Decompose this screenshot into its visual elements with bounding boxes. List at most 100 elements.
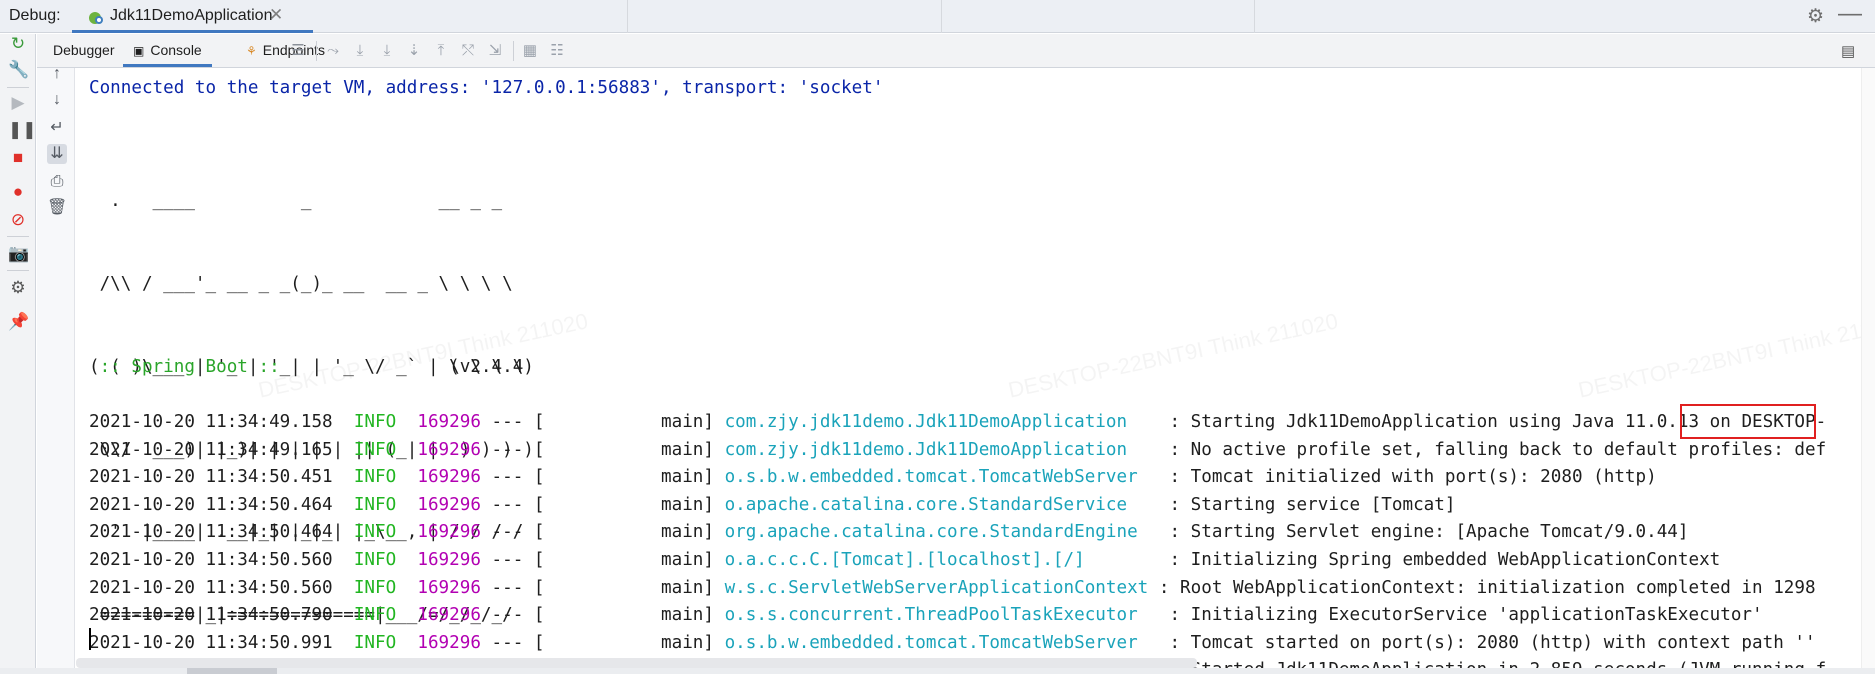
timestamp: 2021-10-20 11:34:49.165: [89, 439, 333, 460]
horizontal-scrollbar[interactable]: [76, 658, 1197, 668]
timestamp: 2021-10-20 11:34:50.560: [89, 549, 333, 570]
thread-info: --- [ main]: [480, 522, 725, 543]
debug-toolbar: Debugger ▣ Console ⚘ Endpoints ☰ ⤳ ⤓ ⤓ ⇣ ⤒…: [37, 34, 1875, 68]
pause-icon[interactable]: ❚❚: [8, 120, 37, 140]
banner-line: . ____ _ __ _ _: [89, 191, 503, 212]
logger-name: o.s.s.concurrent.ThreadPoolTaskExecutor: [724, 605, 1149, 626]
settings-icon[interactable]: ⚙: [8, 278, 28, 298]
show-execution-point-icon[interactable]: ⤳: [324, 42, 342, 60]
menu-icon[interactable]: ☰: [289, 42, 307, 60]
logger-name: o.a.c.c.C.[Tomcat].[localhost].[/]: [724, 549, 1149, 570]
log-message: : Starting Jdk11DemoApplication using: [1148, 412, 1572, 432]
log-line: 2021-10-20 11:34:50.991 INFO 169296 --- …: [89, 630, 1826, 658]
wrench-icon[interactable]: 🔧: [8, 60, 29, 80]
bottom-scroll-thumb[interactable]: [187, 668, 277, 674]
log-level: INFO: [353, 467, 397, 488]
process-id: 169296: [417, 549, 481, 570]
drop-frame-icon[interactable]: ⤲: [459, 42, 477, 60]
log-line: 2021-10-20 11:34:49.165 INFO 169296 --- …: [89, 437, 1826, 465]
log-message: : Tomcat initialized with port(s): 2080 …: [1148, 467, 1657, 488]
process-id: 169296: [417, 577, 481, 598]
tab-divider: [941, 0, 942, 33]
log-level: INFO: [353, 605, 397, 626]
evaluate-expression-icon[interactable]: ▦: [521, 42, 539, 60]
minimize-icon[interactable]: —: [1838, 0, 1862, 28]
log-line: 2021-10-20 11:34:50.451 INFO 169296 --- …: [89, 464, 1826, 492]
resume-icon[interactable]: ▶: [8, 93, 28, 113]
process-id: 169296: [417, 605, 481, 626]
rerun-icon[interactable]: ↻: [8, 34, 28, 54]
log-message: : Starting Servlet engine: [Apache Tomca…: [1148, 522, 1689, 543]
gear-icon[interactable]: ⚙: [1807, 5, 1824, 28]
timestamp: 2021-10-20 11:34:50.464: [89, 494, 333, 515]
scroll-to-end-icon[interactable]: ⇊: [47, 144, 67, 164]
debug-actions-bar: ↻ 🔧 ▶ ❚❚ ■ ● ⊘ 📷 ⚙ 📌: [0, 34, 37, 674]
soft-wrap-icon[interactable]: ↵: [47, 118, 67, 138]
pin-icon[interactable]: 📌: [8, 312, 29, 332]
timestamp: 2021-10-20 11:34:50.991: [89, 632, 333, 653]
print-icon[interactable]: ⎙: [47, 172, 67, 192]
step-into-icon[interactable]: ⤓: [378, 42, 396, 60]
timestamp: 2021-10-20 11:34:49.158: [89, 412, 333, 432]
process-id: 169296: [417, 522, 481, 543]
divider: [7, 236, 29, 237]
console-output[interactable]: DESKTOP-22BNT9I Think 211020 DESKTOP-22B…: [75, 68, 1875, 674]
spring-boot-version: (v2.4.4): [290, 357, 534, 377]
divider: [513, 41, 514, 61]
vertical-scrollbar[interactable]: [1861, 68, 1875, 668]
layout-icon[interactable]: ▤: [1841, 42, 1855, 60]
log-message: : Initializing Spring embedded WebApplic…: [1148, 549, 1721, 570]
logger-name: com.zjy.jdk11demo.Jdk11DemoApplication: [724, 412, 1149, 432]
divider: [7, 87, 29, 88]
trace-icon[interactable]: ☷: [548, 42, 566, 60]
log-line: 2021-10-20 11:34:50.464 INFO 169296 --- …: [89, 492, 1826, 520]
tab-divider: [627, 0, 628, 33]
view-breakpoints-icon[interactable]: ●: [8, 182, 28, 202]
tab-label: Console: [150, 42, 202, 58]
thread-info: --- [ main]: [480, 577, 725, 598]
text-caret: [89, 628, 91, 650]
timestamp: 2021-10-20 11:34:50.560: [89, 577, 333, 598]
thread-info: --- [ main]: [480, 412, 725, 432]
debug-label: Debug:: [9, 7, 61, 24]
run-tab-label: Jdk11DemoApplication: [110, 7, 273, 24]
log-level: INFO: [353, 577, 397, 598]
log-line: 2021-10-20 11:34:50.464 INFO 169296 --- …: [89, 519, 1826, 547]
step-over-icon[interactable]: ⤓: [351, 42, 369, 60]
log-level: INFO: [353, 412, 397, 432]
tab-debugger[interactable]: Debugger: [53, 34, 115, 67]
log-level: INFO: [353, 549, 397, 570]
mute-breakpoints-icon[interactable]: ⊘: [8, 210, 28, 230]
force-step-into-icon[interactable]: ⇣: [405, 42, 423, 60]
down-arrow-icon[interactable]: ↓: [47, 90, 67, 110]
run-to-cursor-icon[interactable]: ⇲: [486, 42, 504, 60]
thread-info: --- [ main]: [480, 632, 725, 653]
close-icon[interactable]: ✕: [269, 5, 283, 25]
log-level: INFO: [353, 494, 397, 515]
logger-name: org.apache.catalina.core.StandardEngine: [724, 522, 1149, 543]
spring-boot-version-line: :: Spring Boot :: (v2.4.4): [89, 354, 534, 382]
divider: [316, 41, 317, 61]
log-line: 2021-10-20 11:34:49.158 INFO 169296 --- …: [89, 409, 1826, 437]
console-icon: ▣: [133, 44, 145, 58]
console-tools-bar: ↑ ↓ ↵ ⇊ ⎙ 🗑: [37, 65, 75, 674]
thread-info: --- [ main]: [480, 439, 725, 460]
tab-endpoints[interactable]: ⚘ Endpoints: [246, 34, 325, 67]
bottom-scroll-strip: [0, 668, 1875, 674]
run-config-tab[interactable]: Jdk11DemoApplication ✕: [72, 0, 313, 33]
logger-name: o.s.b.w.embedded.tomcat.TomcatWebServer: [724, 467, 1149, 488]
spring-boot-debug-icon: [89, 12, 103, 24]
log-line: 2021-10-20 11:34:50.560 INFO 169296 --- …: [89, 575, 1826, 603]
trash-icon[interactable]: 🗑: [47, 198, 67, 218]
thread-info: --- [ main]: [480, 467, 725, 488]
log-message: : Tomcat started on port(s): 2080 (http)…: [1148, 632, 1816, 653]
tab-console[interactable]: ▣ Console: [123, 34, 212, 67]
step-out-icon[interactable]: ⤒: [432, 42, 450, 60]
stop-icon[interactable]: ■: [8, 148, 28, 168]
logger-name: com.zjy.jdk11demo.Jdk11DemoApplication: [724, 439, 1149, 460]
log-line: 2021-10-20 11:34:50.790 INFO 169296 --- …: [89, 602, 1826, 630]
camera-icon[interactable]: 📷: [8, 244, 29, 264]
up-arrow-icon[interactable]: ↑: [47, 64, 67, 84]
process-id: 169296: [417, 632, 481, 653]
log-line: 2021-10-20 11:34:50.560 INFO 169296 --- …: [89, 547, 1826, 575]
